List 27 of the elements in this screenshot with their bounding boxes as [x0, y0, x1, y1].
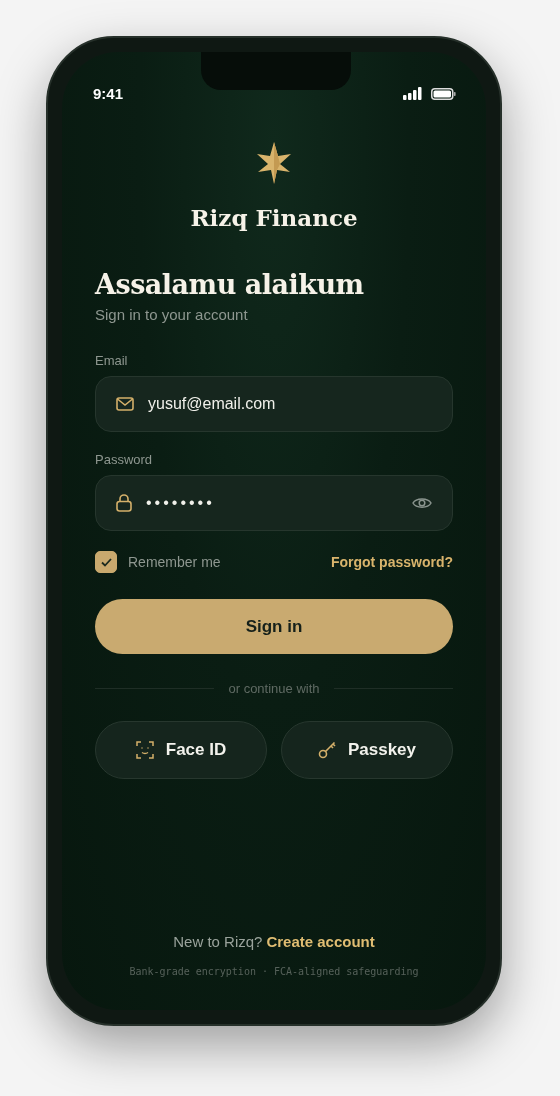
signup-prompt: New to Rizq?	[173, 933, 263, 950]
brand-name: Rizq Finance	[190, 204, 358, 231]
remember-label: Remember me	[128, 554, 221, 570]
email-field[interactable]: yusuf@email.com	[95, 376, 453, 432]
lock-icon	[116, 494, 132, 512]
sign-in-button[interactable]: Sign in	[95, 599, 453, 654]
checkmark-icon	[100, 557, 112, 567]
status-time: 9:41	[93, 85, 124, 102]
field-label: Email	[95, 353, 129, 368]
create-account-link[interactable]: Create account	[266, 933, 375, 950]
remember-checkbox[interactable]	[95, 551, 117, 573]
key-icon	[317, 741, 336, 759]
sign-in-option-button[interactable]: Face ID	[95, 721, 267, 779]
divider-text: or continue with	[228, 681, 320, 696]
password-field[interactable]: ••••••••	[95, 475, 453, 531]
sign-in-option-button[interactable]: Passkey	[281, 721, 453, 779]
greeting-title: Assalamu alaikum	[95, 269, 365, 300]
greeting-subtitle: Sign in to your account	[95, 306, 249, 323]
eye-icon[interactable]	[412, 496, 432, 510]
security-note: Bank-grade encryption · FCA-aligned safeguarding	[128, 966, 420, 977]
mail-icon	[116, 397, 134, 411]
battery-icon	[431, 87, 456, 100]
field-label: Password	[95, 452, 154, 467]
star-logo-icon	[256, 142, 292, 184]
forgot-password-link[interactable]: Forgot password?	[330, 554, 453, 570]
signal-icon	[403, 87, 423, 100]
face-scan-icon	[135, 741, 154, 759]
